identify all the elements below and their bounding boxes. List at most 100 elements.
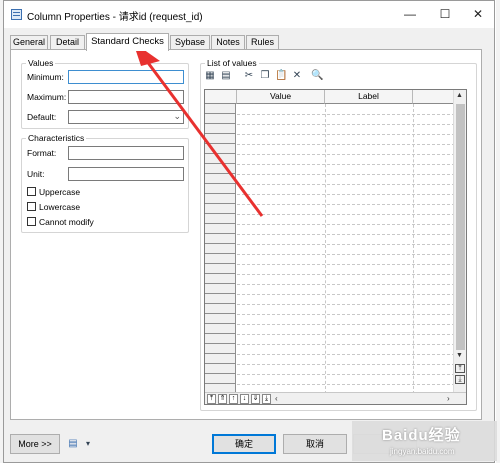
- move-up-icon[interactable]: ↑: [229, 394, 238, 404]
- title-bar: Column Properties - 请求id (request_id) — …: [4, 1, 494, 28]
- row-gridline: [237, 174, 455, 175]
- row-header-cell[interactable]: [205, 184, 236, 194]
- default-label: Default:: [27, 112, 57, 122]
- move-down-icon[interactable]: ↓: [240, 394, 249, 404]
- cannot-modify-checkbox[interactable]: [27, 217, 36, 226]
- scroll-right-icon[interactable]: ›: [447, 394, 450, 403]
- row-header-cell[interactable]: [205, 264, 236, 274]
- row-header-cell[interactable]: [205, 314, 236, 324]
- copy-icon[interactable]: ❐: [259, 70, 271, 82]
- cut-icon[interactable]: ✂: [243, 70, 255, 82]
- row-header-cell[interactable]: [205, 224, 236, 234]
- row-header-cell[interactable]: [205, 234, 236, 244]
- format-input[interactable]: [68, 146, 184, 160]
- characteristics-group-title: Characteristics: [26, 133, 87, 143]
- row-gridline: [237, 384, 455, 385]
- scroll-top-icon[interactable]: ⤒: [455, 364, 465, 373]
- row-header-cell[interactable]: [205, 104, 236, 114]
- lowercase-checkbox[interactable]: [27, 202, 36, 211]
- row-header-cell[interactable]: [205, 124, 236, 134]
- chevron-down-icon: ⌄: [173, 111, 181, 121]
- tab-sybase[interactable]: Sybase: [170, 35, 210, 50]
- row-header-cell[interactable]: [205, 134, 236, 144]
- row-gridline: [237, 144, 455, 145]
- close-button[interactable]: ✕: [461, 1, 495, 28]
- scroll-down-icon[interactable]: ▼: [456, 352, 463, 359]
- row-header-cell[interactable]: [205, 294, 236, 304]
- tab-standard-checks[interactable]: Standard Checks: [86, 33, 169, 51]
- unit-label: Unit:: [27, 169, 45, 179]
- scroll-bottom-icon[interactable]: ⤓: [455, 375, 465, 384]
- tab-notes[interactable]: Notes: [211, 35, 245, 50]
- scroll-up-icon[interactable]: ▲: [456, 92, 463, 99]
- column-header-label[interactable]: Label: [325, 90, 413, 104]
- row-gridline: [237, 234, 455, 235]
- column-header-value[interactable]: Value: [237, 90, 325, 104]
- column-header-extra: [413, 90, 455, 104]
- column-divider: [325, 104, 326, 394]
- move-up-page-icon[interactable]: ⇑: [218, 394, 227, 404]
- cancel-button[interactable]: 取消: [283, 434, 347, 454]
- grid-navigation-bar: ⤒ ⇑ ↑ ↓ ⇓ ⤓ ‹ ›: [205, 392, 466, 404]
- uppercase-checkbox[interactable]: [27, 187, 36, 196]
- add-row-icon[interactable]: ▦: [204, 70, 216, 82]
- move-top-icon[interactable]: ⤒: [207, 394, 216, 404]
- row-header-cell[interactable]: [205, 164, 236, 174]
- ok-button[interactable]: 确定: [212, 434, 276, 454]
- row-header-cell[interactable]: [205, 364, 236, 374]
- row-header-cell[interactable]: [205, 244, 236, 254]
- delete-icon[interactable]: ✕: [291, 70, 303, 82]
- vertical-scrollbar[interactable]: ▲ ▼ ⤒ ⤓: [453, 90, 466, 394]
- paste-icon[interactable]: 📋: [275, 70, 287, 82]
- row-header-cell[interactable]: [205, 354, 236, 364]
- layout-icon[interactable]: ▤: [67, 438, 79, 450]
- row-header-cell[interactable]: [205, 284, 236, 294]
- maximum-label: Maximum:: [27, 92, 67, 102]
- row-gridline: [237, 354, 455, 355]
- row-header-cell[interactable]: [205, 274, 236, 284]
- row-gridline: [237, 274, 455, 275]
- window-title: Column Properties - 请求id (request_id): [27, 12, 203, 23]
- maximize-button[interactable]: ☐: [428, 1, 462, 28]
- row-header-cell[interactable]: [205, 334, 236, 344]
- tab-general[interactable]: General: [10, 35, 48, 50]
- more-button[interactable]: More >>: [10, 434, 60, 454]
- row-header-cell[interactable]: [205, 144, 236, 154]
- row-header-cell[interactable]: [205, 214, 236, 224]
- row-header-cell[interactable]: [205, 114, 236, 124]
- move-bottom-icon[interactable]: ⤓: [262, 394, 271, 404]
- row-header-cell[interactable]: [205, 174, 236, 184]
- row-gridline: [237, 214, 455, 215]
- row-header-cell[interactable]: [205, 344, 236, 354]
- insert-row-icon[interactable]: ▤: [220, 70, 232, 82]
- maximum-input[interactable]: [68, 90, 184, 104]
- chevron-down-icon[interactable]: ▾: [82, 438, 94, 450]
- row-header-cell[interactable]: [205, 304, 236, 314]
- row-gridline: [237, 124, 455, 125]
- tab-rules[interactable]: Rules: [246, 35, 279, 50]
- scrollbar-thumb[interactable]: [456, 104, 465, 350]
- minimum-input[interactable]: [68, 70, 184, 84]
- row-gridline: [237, 344, 455, 345]
- row-gridline: [237, 334, 455, 335]
- row-header-cell[interactable]: [205, 194, 236, 204]
- find-icon[interactable]: 🔍: [311, 70, 323, 82]
- list-of-values-grid[interactable]: Value Label ▲ ▼ ⤒ ⤓ ⤒ ⇑ ↑ ↓ ⇓ ⤓ ‹ ›: [204, 89, 467, 405]
- unit-input[interactable]: [68, 167, 184, 181]
- scroll-left-icon[interactable]: ‹: [275, 394, 278, 403]
- row-header-cell[interactable]: [205, 154, 236, 164]
- tab-detail[interactable]: Detail: [50, 35, 85, 50]
- uppercase-label: Uppercase: [39, 187, 81, 197]
- move-down-page-icon[interactable]: ⇓: [251, 394, 260, 404]
- row-gridline: [237, 264, 455, 265]
- row-gridline: [237, 324, 455, 325]
- row-header-cell[interactable]: [205, 204, 236, 214]
- column-properties-icon: [11, 9, 22, 20]
- default-combobox[interactable]: ⌄: [68, 110, 184, 124]
- row-header-cell[interactable]: [205, 324, 236, 334]
- lowercase-label: Lowercase: [39, 202, 81, 212]
- row-header-cell[interactable]: [205, 254, 236, 264]
- cannot-modify-label: Cannot modify: [39, 217, 94, 227]
- minimize-button[interactable]: —: [393, 1, 427, 28]
- row-header-cell[interactable]: [205, 374, 236, 384]
